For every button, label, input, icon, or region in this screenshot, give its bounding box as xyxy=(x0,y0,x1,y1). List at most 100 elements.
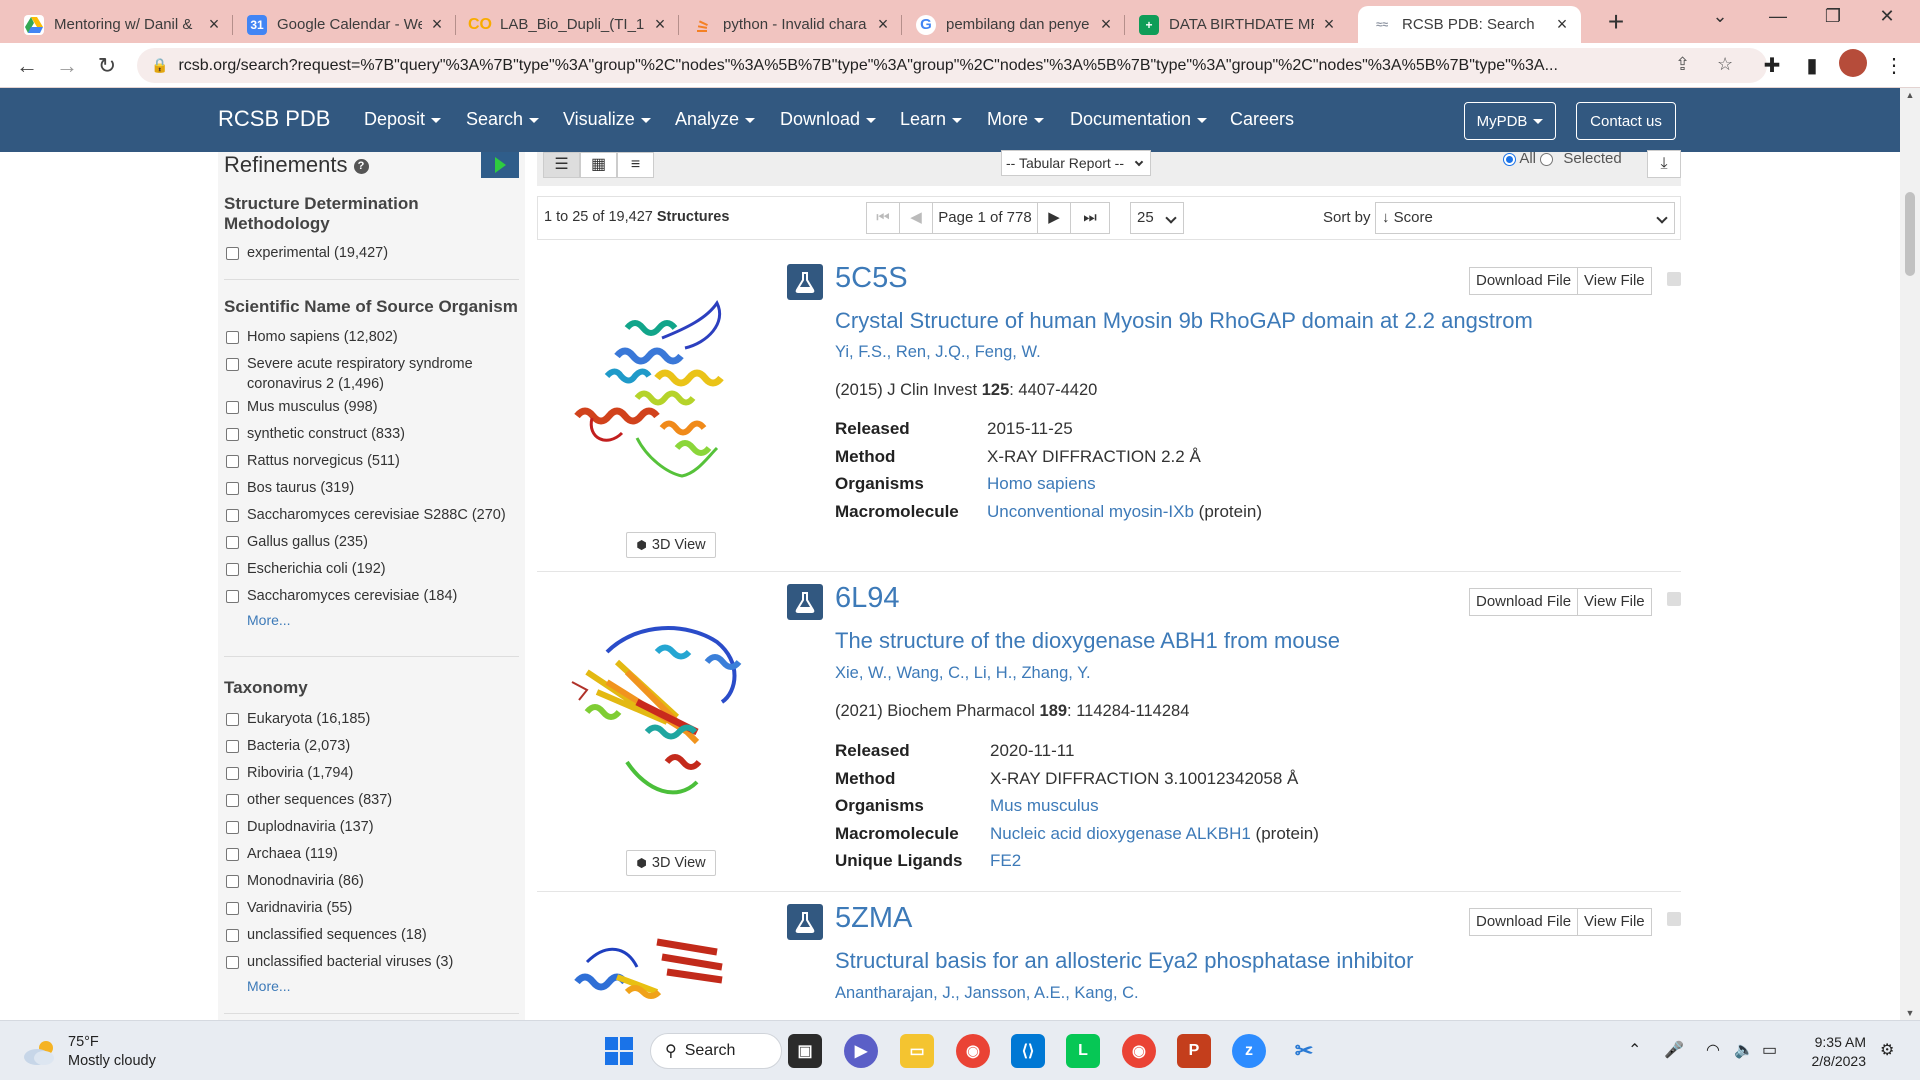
author-link[interactable]: Kang, C. xyxy=(1074,984,1138,1002)
per-page-select[interactable]: 25 xyxy=(1130,202,1184,234)
filter-option[interactable]: Bos taurus (319) xyxy=(224,478,519,498)
pdb-id-link[interactable]: 6L94 xyxy=(835,582,900,615)
filter-option[interactable]: Varidnaviria (55) xyxy=(224,898,519,918)
checkbox[interactable] xyxy=(226,482,239,495)
checkbox[interactable] xyxy=(226,401,239,414)
filter-option[interactable]: Homo sapiens (12,802) xyxy=(224,327,519,347)
snipping-tool-icon[interactable]: ✂ xyxy=(1287,1034,1321,1068)
chevron-up-icon[interactable]: ⌃ xyxy=(1628,1040,1641,1060)
download-icon[interactable]: ⤓ xyxy=(1647,150,1681,178)
author-link[interactable]: Wang, C. xyxy=(896,664,964,682)
filter-option[interactable]: Saccharomyces cerevisiae S288C (270) xyxy=(224,505,519,525)
last-page-icon[interactable]: ⏭ xyxy=(1070,202,1110,234)
checkbox[interactable] xyxy=(226,794,239,807)
windows-start-icon[interactable] xyxy=(602,1034,636,1068)
author-link[interactable]: Jansson, A.E. xyxy=(964,984,1065,1002)
select-checkbox[interactable] xyxy=(1667,272,1681,286)
select-checkbox[interactable] xyxy=(1667,592,1681,606)
wifi-icon[interactable]: ◠ xyxy=(1706,1040,1720,1060)
radio-all[interactable] xyxy=(1503,152,1516,166)
reload-icon[interactable]: ↻ xyxy=(92,51,122,81)
checkbox[interactable] xyxy=(226,331,239,344)
download-file-button[interactable]: Download File xyxy=(1469,908,1579,936)
browser-tab[interactable]: G pembilang dan penye × xyxy=(902,6,1125,43)
file-explorer-icon[interactable]: ▭ xyxy=(900,1034,934,1068)
3d-view-button[interactable]: ⬢ 3D View xyxy=(626,850,716,876)
nav-learn[interactable]: Learn xyxy=(900,109,963,130)
download-file-button[interactable]: Download File xyxy=(1469,588,1579,616)
first-page-icon[interactable]: ⏮ xyxy=(866,202,900,234)
structure-thumbnail[interactable] xyxy=(567,612,757,802)
checkbox[interactable] xyxy=(226,428,239,441)
author-link[interactable]: Xie, W. xyxy=(835,664,887,682)
checkbox[interactable] xyxy=(226,956,239,969)
structure-title-link[interactable]: Structural basis for an allosteric Eya2 … xyxy=(835,948,1413,974)
browser-tab[interactable]: 31 Google Calendar - We × xyxy=(233,6,456,43)
macromolecule-link[interactable]: Unconventional myosin-IXb xyxy=(987,502,1194,521)
author-link[interactable]: Li, H. xyxy=(974,664,1013,682)
extensions-icon[interactable]: ✚ xyxy=(1758,53,1786,78)
pdb-id-link[interactable]: 5C5S xyxy=(835,262,908,295)
checkbox[interactable] xyxy=(226,929,239,942)
close-window-button[interactable]: ✕ xyxy=(1867,6,1907,27)
apply-refinements-button[interactable] xyxy=(481,152,519,178)
close-icon[interactable]: × xyxy=(1553,14,1571,35)
address-bar[interactable]: 🔒 rcsb.org/search?request=%7B"query"%3A%… xyxy=(137,48,1767,83)
teams-chat-icon[interactable]: ▶ xyxy=(844,1034,878,1068)
close-icon[interactable]: × xyxy=(1097,14,1115,35)
taskbar-search[interactable]: ⚲ Search xyxy=(650,1033,782,1069)
next-page-icon[interactable]: ▶ xyxy=(1037,202,1071,234)
filter-option[interactable]: Gallus gallus (235) xyxy=(224,532,519,552)
close-icon[interactable]: × xyxy=(205,14,223,35)
nav-analyze[interactable]: Analyze xyxy=(675,109,756,130)
minimize-button[interactable]: — xyxy=(1758,6,1798,27)
checkbox[interactable] xyxy=(226,358,239,371)
structure-thumbnail[interactable] xyxy=(567,932,757,1020)
page-scrollbar[interactable]: ▲ ▼ xyxy=(1900,88,1920,1020)
checkbox[interactable] xyxy=(226,848,239,861)
view-file-button[interactable]: View File xyxy=(1578,908,1652,936)
download-file-button[interactable]: Download File xyxy=(1469,267,1579,295)
menu-icon[interactable]: ⋮ xyxy=(1880,53,1908,78)
new-tab-button[interactable]: + xyxy=(1600,8,1632,36)
prev-page-icon[interactable]: ◀ xyxy=(899,202,933,234)
filter-option[interactable]: Riboviria (1,794) xyxy=(224,763,519,783)
nav-deposit[interactable]: Deposit xyxy=(364,109,442,130)
filter-option[interactable]: Bacteria (2,073) xyxy=(224,736,519,756)
compact-view-icon[interactable]: ≡ xyxy=(617,152,654,178)
site-logo[interactable]: RCSB PDB xyxy=(218,106,330,132)
scroll-up-icon[interactable]: ▲ xyxy=(1900,90,1920,100)
filter-option[interactable]: synthetic construct (833) xyxy=(224,424,519,444)
chrome-active-icon[interactable]: ◉ xyxy=(1122,1034,1156,1068)
nav-download[interactable]: Download xyxy=(780,109,877,130)
view-file-button[interactable]: View File xyxy=(1578,267,1652,295)
organism-link[interactable]: Mus musculus xyxy=(990,796,1099,815)
structure-thumbnail[interactable] xyxy=(567,298,757,488)
radio-selected[interactable] xyxy=(1540,152,1554,166)
author-link[interactable]: Feng, W. xyxy=(975,343,1041,361)
checkbox[interactable] xyxy=(226,875,239,888)
view-file-button[interactable]: View File xyxy=(1578,588,1652,616)
nav-visualize[interactable]: Visualize xyxy=(563,109,651,130)
checkbox[interactable] xyxy=(226,767,239,780)
checkbox[interactable] xyxy=(226,740,239,753)
close-icon[interactable]: × xyxy=(428,14,446,35)
checkbox[interactable] xyxy=(226,902,239,915)
author-link[interactable]: Zhang, Y. xyxy=(1021,664,1090,682)
filter-option[interactable]: Severe acute respiratory syndrome corona… xyxy=(224,354,519,394)
chrome-icon[interactable]: ◉ xyxy=(956,1034,990,1068)
more-taxonomy-link[interactable]: More... xyxy=(247,978,519,994)
filter-option[interactable]: experimental (19,427) xyxy=(224,243,519,263)
volume-icon[interactable]: 🔈 xyxy=(1734,1040,1754,1060)
tabular-report-select[interactable]: -- Tabular Report -- xyxy=(1001,150,1151,176)
gallery-view-icon[interactable]: ▦ xyxy=(580,152,617,178)
checkbox[interactable] xyxy=(226,509,239,522)
filter-option[interactable]: unclassified bacterial viruses (3) xyxy=(224,952,519,972)
forward-icon[interactable]: → xyxy=(52,51,82,81)
pdb-id-link[interactable]: 5ZMA xyxy=(835,902,912,935)
checkbox[interactable] xyxy=(226,713,239,726)
side-panel-icon[interactable]: ▮ xyxy=(1798,53,1826,78)
system-clock[interactable]: 9:35 AM 2/8/2023 xyxy=(1800,1033,1867,1071)
zoom-icon[interactable]: z xyxy=(1232,1034,1266,1068)
list-view-icon[interactable]: ☰ xyxy=(543,152,580,178)
